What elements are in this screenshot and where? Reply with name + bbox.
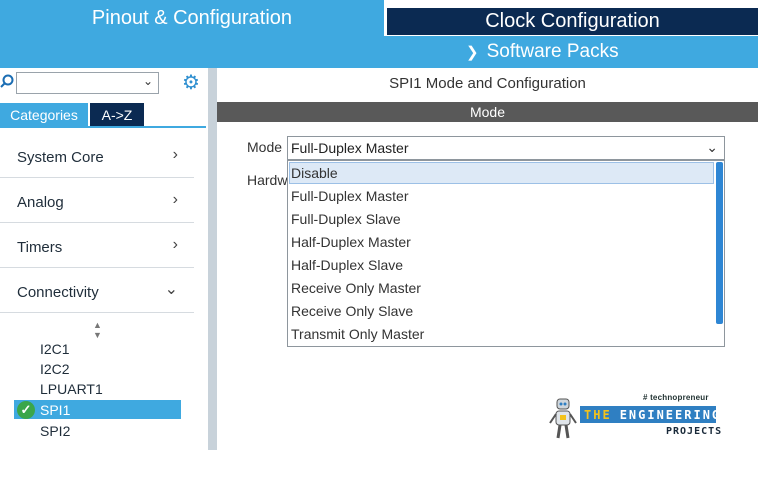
bottom-blank-area: [0, 450, 768, 479]
logo-the: THE: [584, 407, 612, 422]
highlighted-option: [289, 162, 714, 184]
tab-clock-configuration[interactable]: Clock Configuration: [387, 8, 758, 35]
option-receive-only-slave[interactable]: Receive Only Slave: [291, 303, 413, 319]
check-icon: ✓: [17, 401, 35, 419]
search-input[interactable]: ⌄: [16, 72, 159, 94]
chevron-down-icon: ❯: [466, 44, 479, 61]
engineering-projects-logo: # technopreneur THE ENGINEERING PROJECTS: [548, 393, 723, 443]
peripheral-i2c2[interactable]: I2C2: [40, 361, 70, 377]
tab-a-to-z[interactable]: A->Z: [90, 103, 144, 126]
category-label: Timers: [17, 239, 63, 256]
option-disable[interactable]: Disable: [291, 165, 338, 181]
logo-brand-band: THE ENGINEERING: [580, 406, 719, 423]
chevron-right-icon: ›: [172, 191, 178, 208]
category-analog[interactable]: Analog ›: [0, 179, 194, 223]
mode-label: Mode: [247, 139, 283, 155]
logo-tagline: # technopreneur: [643, 393, 709, 402]
peripheral-lpuart1[interactable]: LPUART1: [40, 381, 103, 397]
hardware-nss-label: Hardw: [247, 172, 287, 188]
search-icon[interactable]: [0, 72, 14, 92]
tab-categories[interactable]: Categories: [0, 103, 88, 126]
category-timers[interactable]: Timers ›: [0, 224, 194, 268]
tab-pinout-configuration[interactable]: Pinout & Configuration: [0, 0, 384, 36]
chevron-down-icon: ⌄: [164, 281, 178, 298]
chevron-down-icon[interactable]: ⌄: [143, 74, 153, 88]
category-connectivity[interactable]: Connectivity ⌄: [0, 269, 194, 313]
software-packs-menu[interactable]: ❯ Software Packs: [466, 38, 619, 66]
software-packs-bar: [0, 36, 758, 68]
chevron-right-icon: ›: [172, 236, 178, 253]
dropdown-scrollbar[interactable]: [716, 162, 723, 324]
config-title: SPI1 Mode and Configuration: [389, 75, 586, 92]
software-packs-label: Software Packs: [486, 41, 619, 62]
logo-projects: PROJECTS: [666, 426, 723, 437]
option-full-duplex-slave[interactable]: Full-Duplex Slave: [291, 211, 401, 227]
option-transmit-only-master[interactable]: Transmit Only Master: [291, 326, 424, 342]
chevron-right-icon: ›: [172, 146, 178, 163]
peripheral-spi2[interactable]: SPI2: [40, 423, 70, 439]
peripheral-spi1[interactable]: SPI1: [40, 402, 70, 418]
category-label: System Core: [17, 149, 104, 166]
option-half-duplex-slave[interactable]: Half-Duplex Slave: [291, 257, 403, 273]
tab-underline: [0, 126, 206, 128]
mode-section-header: Mode: [217, 102, 758, 122]
robot-icon: [548, 397, 578, 441]
category-system-core[interactable]: System Core ›: [0, 134, 194, 178]
mode-dropdown-list: Disable Full-Duplex Master Full-Duplex S…: [287, 160, 725, 347]
option-full-duplex-master[interactable]: Full-Duplex Master: [291, 188, 408, 204]
mode-select-value: Full-Duplex Master: [291, 140, 409, 156]
peripheral-i2c1[interactable]: I2C1: [40, 341, 70, 357]
sort-arrows-icon[interactable]: ▲ ▼: [93, 320, 102, 340]
chevron-down-icon[interactable]: ⌄: [706, 139, 718, 156]
mode-select[interactable]: Full-Duplex Master ⌄: [287, 136, 725, 160]
option-half-duplex-master[interactable]: Half-Duplex Master: [291, 234, 411, 250]
category-label: Connectivity: [17, 284, 99, 301]
option-receive-only-master[interactable]: Receive Only Master: [291, 280, 421, 296]
panel-splitter[interactable]: [208, 68, 217, 450]
category-label: Analog: [17, 194, 64, 211]
logo-engineering: ENGINEERING: [619, 407, 722, 422]
gear-icon[interactable]: ⚙: [180, 72, 202, 94]
